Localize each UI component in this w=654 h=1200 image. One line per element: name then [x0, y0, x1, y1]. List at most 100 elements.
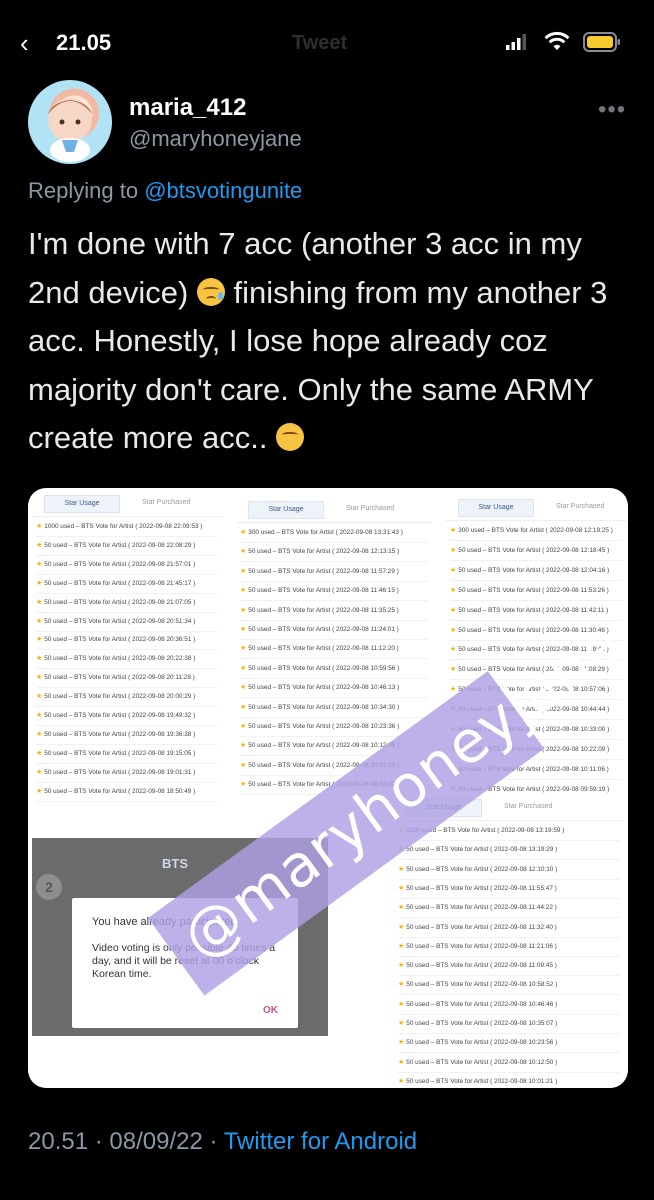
usage-row: ★50 used – BTS Vote for Artist ( 2022-09…: [240, 721, 399, 733]
row-divider: [398, 1052, 620, 1054]
usage-row: ★50 used – BTS Vote for Artist ( 2022-09…: [36, 653, 195, 665]
star-icon: ★: [36, 523, 43, 530]
row-divider: [36, 762, 218, 764]
star-usage-panel: Star UsageStar Purchased★1000 used – BTS…: [32, 492, 222, 806]
row-divider: [240, 639, 428, 640]
tweet-media[interactable]: Star Usage Star Purchased ★ 1000 used – BTS…: [28, 488, 628, 1088]
usage-row-text: 50 used – BTS Vote for Artist ( 2022-09-…: [406, 846, 558, 854]
row-divider: [36, 592, 218, 594]
star-icon: ★: [240, 606, 247, 614]
row-divider: [450, 579, 622, 581]
row-divider: [240, 716, 428, 718]
star-icon: ★: [398, 962, 405, 970]
star-icon: ★: [398, 1039, 405, 1047]
battery-icon: [583, 32, 620, 52]
usage-row-text: 50 used – BTS Vote for Artist ( 2022-09-…: [44, 560, 196, 568]
star-icon: ★: [398, 1077, 405, 1085]
usage-row-text: 50 used – BTS Vote for Artist ( 2022-09-…: [248, 664, 400, 672]
replying-to-link[interactable]: @btsvotingunite: [144, 178, 302, 203]
usage-row: ★ 300 used – BTS Vote for Artist ( 2022-0…: [450, 525, 613, 537]
row-divider: [398, 936, 620, 938]
usage-row-text: 50 used – BTS Vote for Artist ( 2022-09-…: [44, 768, 196, 776]
usage-row: ★50 used – BTS Vote for Artist ( 2022-09…: [36, 559, 195, 571]
display-name[interactable]: maria_412: [129, 94, 246, 122]
star-icon: ★: [450, 586, 457, 594]
usage-row-text: 50 used – BTS Vote for Artist ( 2022-09-…: [458, 606, 609, 614]
usage-row: ★50 used – BTS Vote for Artist ( 2022-09…: [240, 546, 399, 558]
avatar[interactable]: [28, 80, 112, 164]
usage-row-text: 50 used – BTS Vote for Artist ( 2022-09-…: [44, 749, 196, 757]
client-link[interactable]: Twitter for Android: [224, 1128, 417, 1155]
usage-row-text: 50 used – BTS Vote for Artist ( 2022-09-…: [406, 904, 557, 912]
usage-row-text: 50 used – BTS Vote for Artist ( 2022-09-…: [248, 742, 400, 750]
usage-row: ★50 used – BTS Vote for Artist ( 2022-09…: [240, 663, 399, 675]
usage-row: ★50 used – BTS Vote for Artist ( 2022-09…: [36, 616, 195, 628]
usage-row: ★50 used – BTS Vote for Artist ( 2022-09…: [398, 883, 557, 895]
usage-row-text: 50 used – BTS Vote for Artist ( 2022-09-…: [44, 598, 196, 606]
usage-row-text: 50 used – BTS Vote for Artist ( 2022-09-…: [248, 606, 399, 614]
usage-row-text: 50 used – BTS Vote for Artist ( 2022-09-…: [406, 942, 557, 950]
replying-prefix: Replying to: [28, 178, 139, 203]
usage-row-text: 50 used – BTS Vote for Artist ( 2022-09-…: [406, 1077, 558, 1085]
rank-badge: 2: [36, 874, 62, 900]
usage-row-text: 50 used – BTS Vote for Artist ( 2022-09-…: [406, 1058, 558, 1066]
usage-row: ★50 used – BTS Vote for Artist ( 2022-09…: [398, 844, 557, 856]
star-icon: ★: [240, 723, 247, 730]
star-icon: ★: [36, 787, 43, 795]
usage-row-text: 50 used – BTS Vote for Artist ( 2022-09-…: [44, 693, 196, 701]
cellular-signal-icon: [506, 34, 526, 50]
star-icon: ★: [398, 981, 405, 989]
usage-row-text: 50 used – BTS Vote for Artist ( 2022-09-…: [406, 865, 558, 873]
header-title: Tweet: [292, 32, 348, 54]
star-icon: ★: [450, 527, 457, 534]
usage-row-text: 50 used – BTS Vote for Artist ( 2022-09-…: [44, 541, 196, 549]
row-divider: [398, 975, 620, 977]
row-divider: [240, 619, 428, 621]
usage-row: ★50 used – BTS Vote for Artist ( 2022-09…: [36, 540, 195, 552]
tab-star-purchased: Star Purchased: [504, 803, 553, 810]
star-icon: ★: [36, 693, 43, 701]
row-divider: [450, 559, 622, 561]
row-divider: [240, 600, 428, 602]
row-divider: [398, 1013, 620, 1015]
star-icon: ★: [36, 749, 43, 757]
star-icon: ★: [240, 587, 247, 595]
star-icon: ★: [398, 1000, 405, 1008]
row-divider: [36, 781, 218, 783]
handle[interactable]: @maryhoneyjane: [129, 126, 302, 152]
row-divider: [450, 540, 622, 541]
usage-row: ★50 used – BTS Vote for Artist ( 2022-09…: [398, 1037, 557, 1049]
tweet-text: I'm done with 7 acc (another 3 acc in my…: [28, 220, 628, 463]
usage-row-text: 50 used – BTS Vote for Artist ( 2022-09-…: [44, 712, 196, 719]
usage-row-text: 50 used – BTS Vote for Artist ( 2022-09-…: [248, 703, 400, 711]
usage-row: ★50 used – BTS Vote for Artist ( 2022-09…: [36, 786, 195, 798]
star-icon: ★: [450, 566, 457, 574]
row-divider: [36, 536, 218, 537]
tweet-timestamp: 20.51 · 08/09/22 · Twitter for Android: [28, 1128, 417, 1156]
row-divider: [36, 706, 218, 708]
tab-star-purchased: Star Purchased: [346, 505, 395, 512]
usage-row: ★50 used – BTS Vote for Artist ( 2022-09…: [240, 585, 399, 597]
timestamp-text: 20.51 · 08/09/22 ·: [28, 1128, 218, 1155]
usage-row-text: 50 used – BTS Vote for Artist ( 2022-09-…: [44, 655, 196, 663]
usage-row-text: 50 used – BTS Vote for Artist ( 2022-09-…: [248, 684, 400, 692]
usage-row: ★50 used – BTS Vote for Artist ( 2022-09…: [240, 605, 399, 617]
usage-row-text: 300 used – BTS Vote for Artist ( 2022-09…: [248, 529, 403, 536]
avatar-illustration: [48, 98, 92, 162]
usage-row-text: 50 used – BTS Vote for Artist ( 2022-09-…: [44, 730, 196, 738]
usage-row: ★50 used – BTS Vote for Artist ( 2022-09…: [36, 729, 195, 741]
more-dots-icon[interactable]: •••: [598, 96, 626, 124]
star-usage-panel: Star UsageStar Purchased★1000 used – BTS…: [394, 796, 624, 1088]
row-divider: [398, 840, 620, 841]
usage-row-text: 50 used – BTS Vote for Artist ( 2022-09-…: [248, 567, 399, 575]
usage-row-text: 50 used – BTS Vote for Artist ( 2022-09-…: [248, 548, 400, 556]
star-icon: ★: [450, 546, 457, 554]
row-divider: [240, 561, 428, 563]
star-icon: ★: [36, 560, 43, 568]
usage-row: ★50 used – BTS Vote for Artist ( 2022-09…: [36, 578, 195, 590]
star-icon: ★: [36, 674, 43, 682]
star-icon: ★: [240, 529, 247, 536]
back-chevron-icon[interactable]: ‹: [20, 28, 29, 59]
usage-row-text: 50 used – BTS Vote for Artist ( 2022-09-…: [44, 579, 196, 587]
usage-row: ★1000 used – BTS Vote for Artist ( 2022-…: [36, 521, 202, 533]
